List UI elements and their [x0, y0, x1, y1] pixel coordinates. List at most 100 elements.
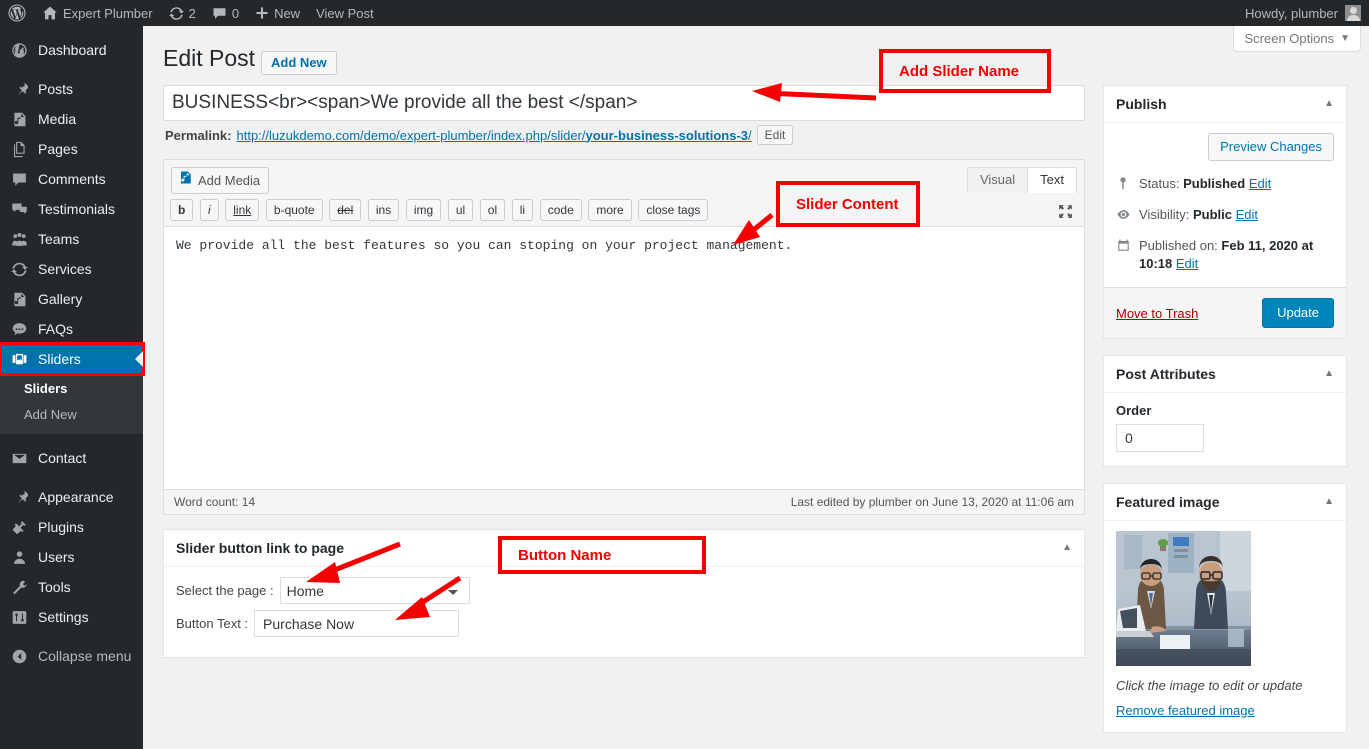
sidebar-item-media[interactable]: Media	[0, 104, 143, 134]
featured-image-header[interactable]: Featured image ▲	[1104, 484, 1346, 521]
new-content-menu[interactable]: New	[247, 0, 308, 26]
visibility-text: Visibility: Public Edit	[1139, 206, 1258, 224]
chevron-up-icon[interactable]: ▲	[1324, 493, 1334, 511]
post-title-input[interactable]	[163, 85, 1085, 121]
sidebar-item-label: FAQs	[38, 320, 73, 338]
sidebar-item-settings[interactable]: Settings	[0, 602, 143, 632]
sidebar-item-gallery[interactable]: Gallery	[0, 284, 143, 314]
button-text-row: Button Text :	[176, 610, 1072, 637]
published-label: Published on:	[1139, 238, 1218, 253]
tab-visual[interactable]: Visual	[967, 167, 1028, 193]
publish-metabox-header[interactable]: Publish ▲	[1104, 86, 1346, 123]
updates-menu[interactable]: 2	[161, 0, 204, 26]
dashboard-icon	[9, 40, 29, 60]
slider-button-metabox-body: Select the page : Home Button Text :	[164, 567, 1084, 657]
update-button[interactable]: Update	[1262, 298, 1334, 328]
teams-icon	[9, 229, 29, 249]
visibility-row: Visibility: Public Edit	[1116, 206, 1334, 227]
sidebar-item-users[interactable]: Users	[0, 542, 143, 572]
plugin-icon	[9, 517, 29, 537]
sidebar-item-label: Tools	[38, 578, 71, 596]
featured-image-thumbnail[interactable]	[1116, 531, 1251, 666]
menu-spacer	[0, 65, 143, 74]
comments-menu[interactable]: 0	[204, 0, 247, 26]
qt-button-b[interactable]: b	[170, 199, 193, 221]
sidebar-item-contact[interactable]: Contact	[0, 443, 143, 473]
sidebar-item-testimonials[interactable]: Testimonials	[0, 194, 143, 224]
permalink-suffix: /	[748, 128, 752, 143]
menu-spacer	[0, 434, 143, 443]
settings-icon	[9, 607, 29, 627]
submenu-item-sliders[interactable]: Sliders	[0, 376, 143, 402]
qt-button-img[interactable]: img	[406, 199, 441, 221]
sidebar-item-appearance[interactable]: Appearance	[0, 482, 143, 512]
eye-icon	[1116, 207, 1132, 227]
qt-button-more[interactable]: more	[588, 199, 631, 221]
quicktags-toolbar: b i link b-quote del ins img ul ol li co…	[164, 197, 1084, 227]
post-attributes-title: Post Attributes	[1116, 365, 1216, 383]
view-post-link[interactable]: View Post	[308, 0, 382, 26]
move-to-trash-link[interactable]: Move to Trash	[1116, 306, 1198, 321]
order-input[interactable]	[1116, 424, 1204, 452]
chevron-up-icon[interactable]: ▲	[1324, 95, 1334, 113]
qt-button-i[interactable]: i	[200, 199, 219, 221]
sidebar-item-comments[interactable]: Comments	[0, 164, 143, 194]
visibility-edit-link[interactable]: Edit	[1236, 207, 1258, 222]
select-page-dropdown[interactable]: Home	[280, 577, 470, 604]
preview-changes-button[interactable]: Preview Changes	[1208, 133, 1334, 161]
tab-text[interactable]: Text	[1027, 167, 1077, 193]
sidebar-item-services[interactable]: Services	[0, 254, 143, 284]
sidebar-item-plugins[interactable]: Plugins	[0, 512, 143, 542]
site-name-menu[interactable]: Expert Plumber	[34, 0, 161, 26]
collapse-menu-button[interactable]: Collapse menu	[0, 641, 143, 671]
post-body-content: Permalink: http://luzukdemo.com/demo/exp…	[163, 85, 1085, 749]
sidebar-item-teams[interactable]: Teams	[0, 224, 143, 254]
permalink-label: Permalink:	[165, 128, 231, 143]
sidebar-item-posts[interactable]: Posts	[0, 74, 143, 104]
sidebar-item-sliders[interactable]: Sliders	[0, 344, 143, 374]
account-menu[interactable]: Howdy, plumber	[1245, 5, 1369, 21]
content-textarea[interactable]	[164, 227, 1084, 489]
remove-featured-image-link[interactable]: Remove featured image	[1116, 703, 1255, 718]
qt-button-link[interactable]: link	[225, 199, 259, 221]
sidebar-item-label: Pages	[38, 140, 78, 158]
chevron-up-icon[interactable]: ▲	[1062, 539, 1072, 557]
qt-button-del[interactable]: del	[329, 199, 361, 221]
sliders-submenu: Sliders Add New	[0, 374, 143, 434]
qt-button-bquote[interactable]: b-quote	[266, 199, 323, 221]
qt-button-ul[interactable]: ul	[448, 199, 473, 221]
sidebar-item-pages[interactable]: Pages	[0, 134, 143, 164]
screen-options-toggle[interactable]: Screen Options ▼	[1233, 26, 1361, 52]
calendar-icon	[1116, 238, 1132, 258]
qt-button-ins[interactable]: ins	[368, 199, 399, 221]
sidebar-item-tools[interactable]: Tools	[0, 572, 143, 602]
wp-logo-menu[interactable]	[0, 0, 34, 26]
post-attributes-header[interactable]: Post Attributes ▲	[1104, 356, 1346, 393]
poststuff: Permalink: http://luzukdemo.com/demo/exp…	[163, 85, 1347, 749]
qt-button-li[interactable]: li	[512, 199, 533, 221]
sidebar-item-faqs[interactable]: FAQs	[0, 314, 143, 344]
published-edit-link[interactable]: Edit	[1176, 256, 1198, 271]
edit-slug-button[interactable]: Edit	[757, 125, 794, 145]
fullscreen-icon[interactable]	[1057, 203, 1074, 223]
status-edit-link[interactable]: Edit	[1249, 176, 1271, 191]
pages-icon	[9, 139, 29, 159]
qt-button-ol[interactable]: ol	[480, 199, 505, 221]
chevron-up-icon[interactable]: ▲	[1324, 365, 1334, 383]
button-text-input[interactable]	[254, 610, 459, 637]
qt-button-code[interactable]: code	[540, 199, 582, 221]
add-media-button[interactable]: Add Media	[171, 167, 269, 194]
submenu-item-add-new[interactable]: Add New	[0, 402, 143, 428]
publish-metabox-title: Publish	[1116, 95, 1167, 113]
current-menu-arrow	[135, 351, 143, 367]
add-new-button[interactable]: Add New	[261, 51, 337, 75]
tools-icon	[9, 577, 29, 597]
slider-button-metabox-header[interactable]: Slider button link to page ▲	[164, 530, 1084, 567]
qt-button-close-tags[interactable]: close tags	[638, 199, 708, 221]
media-icon	[178, 170, 193, 191]
visibility-value: Public	[1193, 207, 1232, 222]
visibility-label: Visibility:	[1139, 207, 1189, 222]
howdy-label: Howdy, plumber	[1245, 6, 1338, 21]
sidebar-item-dashboard[interactable]: Dashboard	[0, 35, 143, 65]
permalink-link[interactable]: http://luzukdemo.com/demo/expert-plumber…	[236, 128, 751, 143]
